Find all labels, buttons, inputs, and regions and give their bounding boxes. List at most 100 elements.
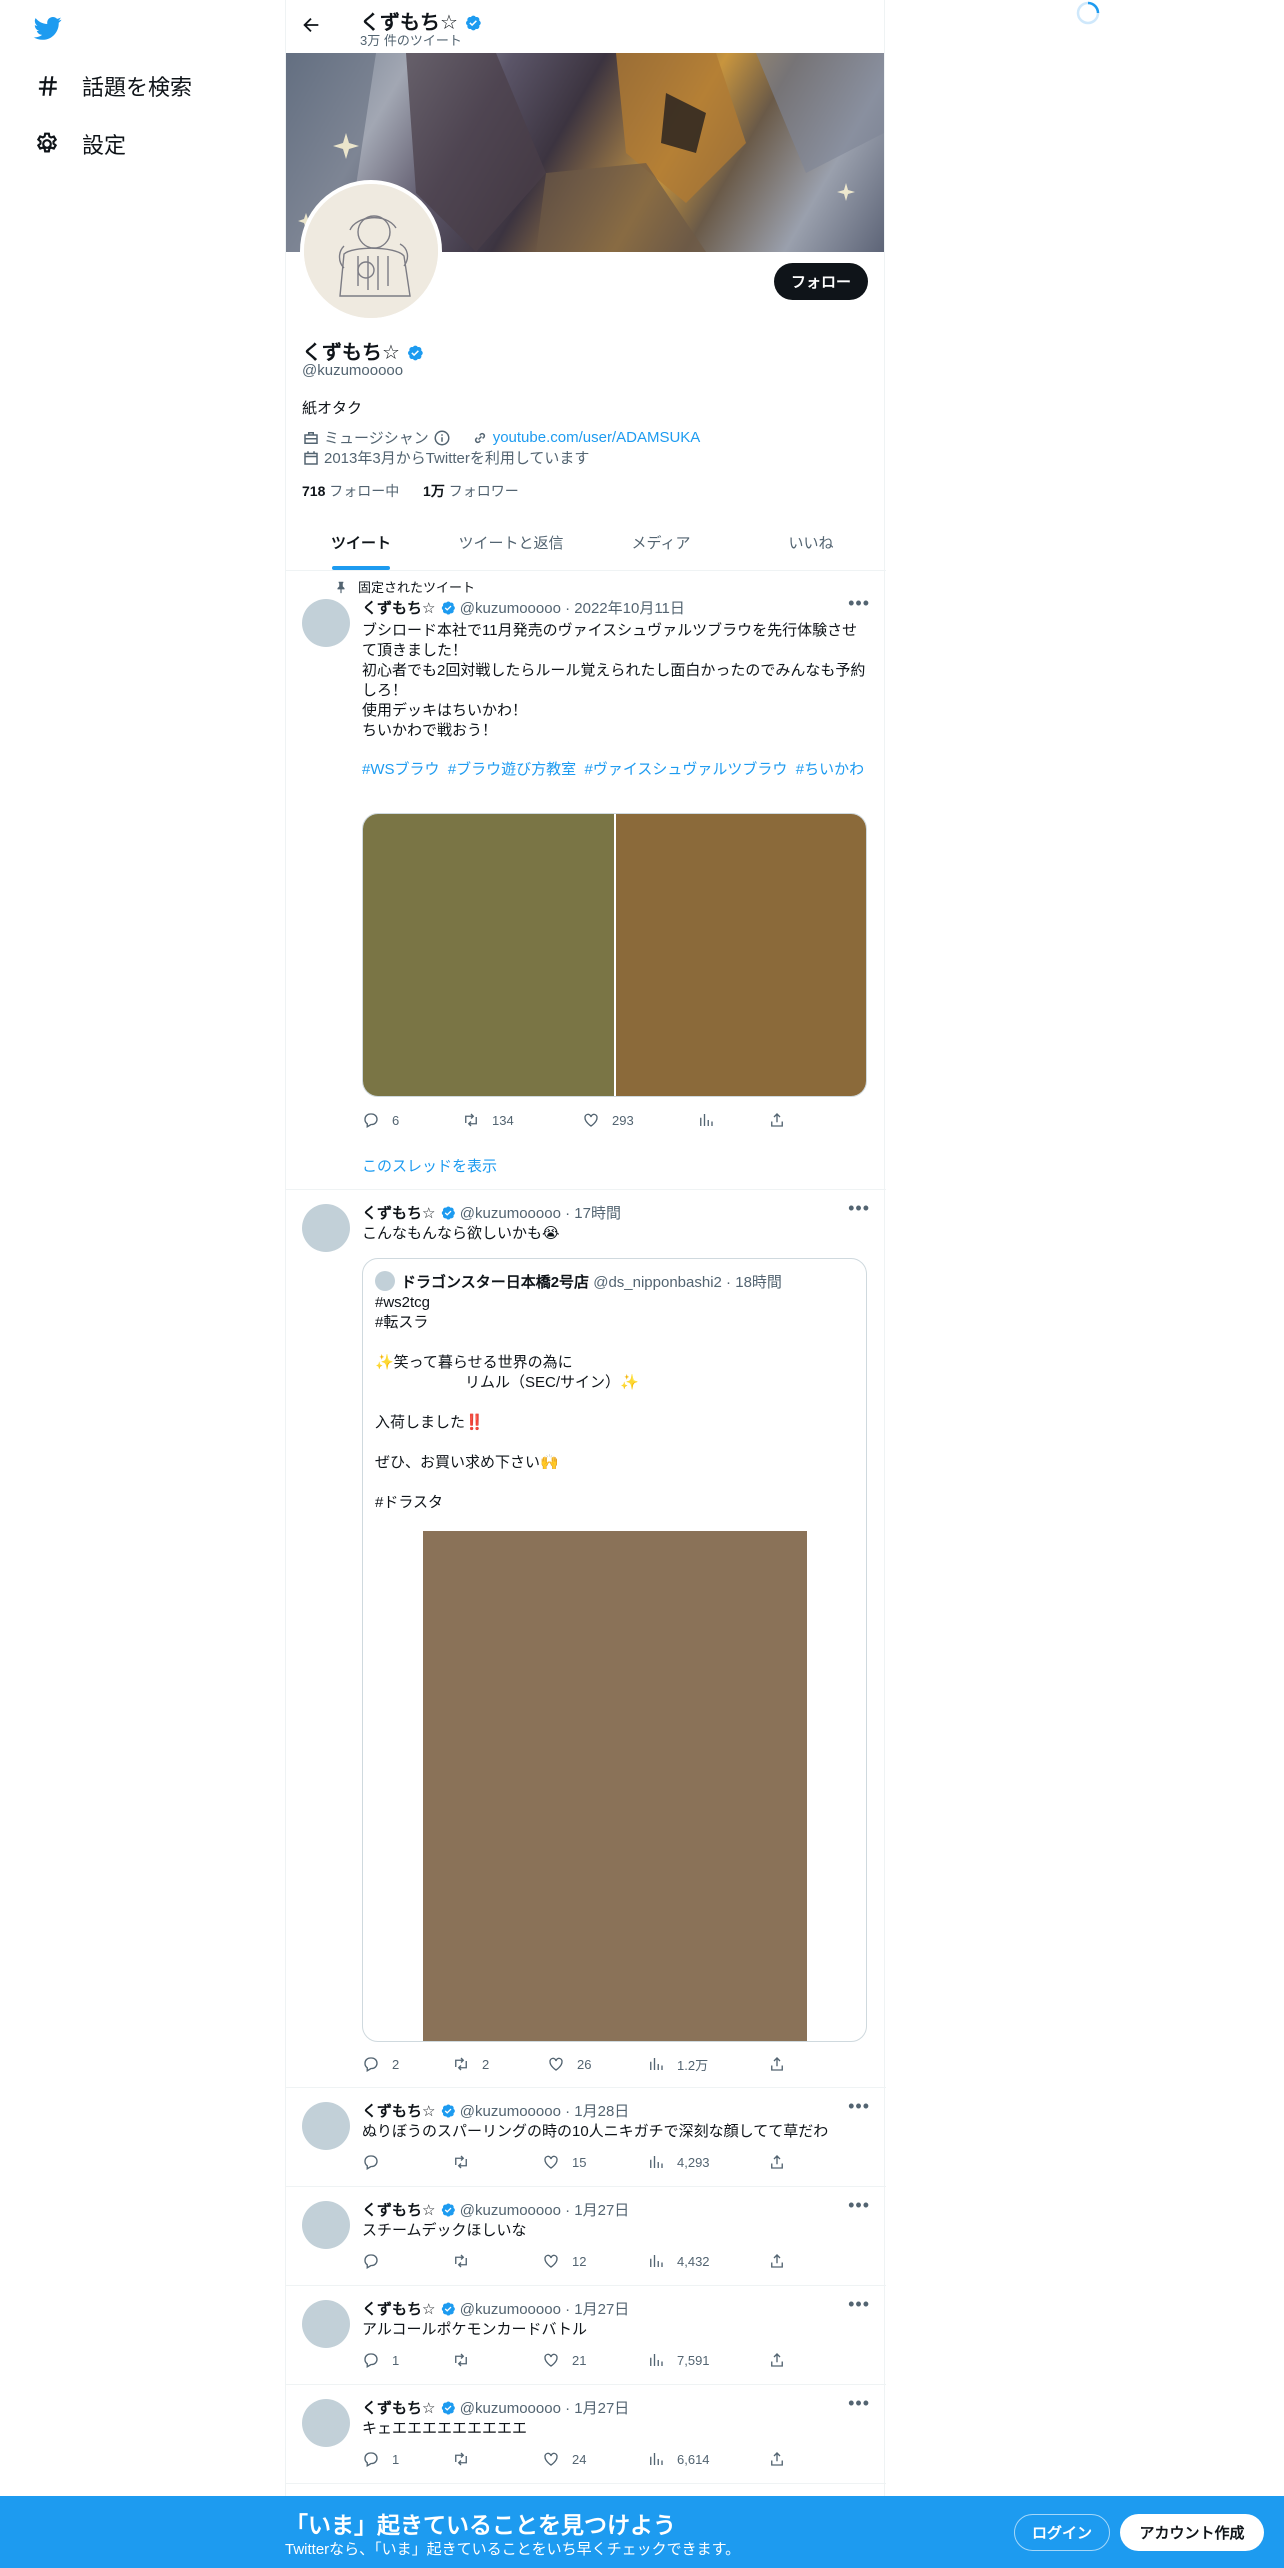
quote-image[interactable] [423,1531,807,2041]
share-button[interactable] [768,1110,786,1130]
tweet-author-name[interactable]: くずもち☆ [362,2103,435,2120]
tweet-time[interactable]: 17時間 [574,1205,621,1222]
reply-button[interactable]: 1 [362,2350,399,2370]
tweet-author-name[interactable]: くずもち☆ [362,2400,435,2417]
like-button[interactable]: 24 [542,2449,586,2469]
views-button[interactable]: 6,614 [647,2449,710,2469]
tweet-actions: 6 134 293 [362,1110,802,1130]
share-button[interactable] [768,2350,786,2370]
tweet-time[interactable]: 1月28日 [574,2103,629,2120]
tab-tweets[interactable]: ツイート [286,514,436,570]
views-button[interactable] [697,1110,715,1130]
share-icon [768,2153,786,2171]
retweet-button[interactable] [452,2449,482,2469]
like-button[interactable]: 12 [542,2251,586,2271]
reply-button[interactable]: 6 [362,1110,399,1130]
more-icon[interactable]: ••• [848,2195,870,2216]
retweet-button[interactable] [452,2152,482,2172]
retweet-count: 134 [492,1112,514,1128]
share-button[interactable] [768,2152,786,2172]
arrow-left-icon [300,14,328,36]
reply-button[interactable]: 1 [362,2449,399,2469]
verified-badge-icon [440,2202,456,2218]
avatar[interactable] [302,1204,350,1252]
tweet-image[interactable] [615,814,866,1096]
like-button[interactable]: 21 [542,2350,586,2370]
tweet-text: アルコールポケモンカードバトル [362,2321,588,2338]
gear-icon [34,131,60,157]
tweet-author-name[interactable]: くずもち☆ [362,2301,435,2318]
tweet-pinned[interactable]: 固定されたツイート くずもち☆ @kuzumooooo · 2022年10月11… [286,571,886,1190]
login-button[interactable]: ログイン [1014,2514,1110,2551]
tab-tweets-replies[interactable]: ツイートと返信 [436,514,586,570]
tweet-author-name[interactable]: くずもち☆ [362,2202,435,2219]
retweet-button[interactable]: 2 [452,2054,489,2074]
tweet-time[interactable]: 2022年10月11日 [574,600,685,617]
quote-text: #ws2tcg #転スラ ✨笑って暮らせる世界の為に リムル（SEC/サイン）✨… [375,1294,639,1511]
avatar[interactable] [302,599,350,647]
tweet-text: スチームデックほしいな [362,2222,527,2239]
tweet-image[interactable] [363,814,614,1096]
reply-button[interactable]: 2 [362,2054,399,2074]
analytics-icon [697,1111,715,1129]
avatar[interactable] [302,2102,350,2150]
info-icon[interactable] [433,429,451,447]
retweet-button[interactable] [452,2350,482,2370]
tab-likes[interactable]: いいね [736,514,886,570]
more-icon[interactable]: ••• [848,2393,870,2414]
share-button[interactable] [768,2449,786,2469]
followers-link[interactable]: 1万 フォロワー [423,483,519,499]
tweet-time[interactable]: 1月27日 [574,2202,629,2219]
reply-button[interactable] [362,2251,392,2271]
tab-media[interactable]: メディア [586,514,736,570]
more-icon[interactable]: ••• [848,2294,870,2315]
twitter-logo-icon[interactable] [32,14,64,42]
like-button[interactable]: 26 [547,2054,591,2074]
tweet-media[interactable] [362,813,867,1097]
profile-bio: 紙オタク [302,400,363,417]
like-button[interactable]: 293 [582,1110,634,1130]
login-button-label: ログイン [1031,2525,1092,2542]
back-button[interactable] [300,14,328,42]
views-button[interactable]: 4,293 [647,2152,710,2172]
tweet-author-name[interactable]: くずもち☆ [362,600,435,617]
avatar[interactable] [302,2201,350,2249]
avatar[interactable] [302,2399,350,2447]
more-icon[interactable]: ••• [848,2096,870,2117]
tweet-hashtags[interactable]: #WSブラウ #ブラウ遊び方教室 #ヴァイスシュヴァルツブラウ #ちいかわ [362,760,870,780]
profile-handle: @kuzumooooo [302,362,404,379]
following-link[interactable]: 718 フォロー中 [302,483,399,499]
profile-avatar[interactable] [300,180,442,322]
nav-settings[interactable]: 設定 [34,124,126,164]
tweet-time[interactable]: 1月27日 [574,2301,629,2318]
tweet-time[interactable]: 1月27日 [574,2400,629,2417]
tweet-3[interactable]: くずもち☆ @kuzumooooo · 1月28日 ••• ぬりぼうのスパーリン… [286,2088,886,2187]
retweet-button[interactable]: 134 [462,1110,514,1130]
avatar[interactable] [302,2300,350,2348]
views-button[interactable]: 7,591 [647,2350,710,2370]
tweet-4[interactable]: くずもち☆ @kuzumooooo · 1月27日 ••• スチームデックほしい… [286,2187,886,2286]
hashtag-icon [34,73,60,99]
quote-header: ドラゴンスター日本橋2号店 @ds_nipponbashi2 · 18時間 [401,1274,782,1291]
retweet-button[interactable] [452,2251,482,2271]
tweet-2[interactable]: くずもち☆ @kuzumooooo · 17時間 ••• こんなもんなら欲しいか… [286,1190,886,2088]
views-button[interactable]: 1.2万 [647,2054,708,2074]
share-button[interactable] [768,2251,786,2271]
more-icon[interactable]: ••• [848,1198,870,1219]
tweet-5[interactable]: くずもち☆ @kuzumooooo · 1月27日 ••• アルコールポケモンカ… [286,2286,886,2385]
share-button[interactable] [768,2054,786,2074]
nav-explore[interactable]: 話題を検索 [34,66,192,106]
quote-tweet[interactable]: ドラゴンスター日本橋2号店 @ds_nipponbashi2 · 18時間 #w… [362,1258,867,2042]
tweet-6[interactable]: くずもち☆ @kuzumooooo · 1月27日 ••• キェエエエエエエエエ… [286,2385,886,2484]
show-thread-link[interactable]: このスレッドを表示 [362,1155,497,1176]
views-button[interactable]: 4,432 [647,2251,710,2271]
signup-button[interactable]: アカウント作成 [1120,2514,1264,2551]
reply-button[interactable] [362,2152,392,2172]
like-button[interactable]: 15 [542,2152,586,2172]
profile-category: ミュージシャン [324,430,429,447]
analytics-icon [647,2153,665,2171]
tweet-author-name[interactable]: くずもち☆ [362,1205,435,1222]
more-icon[interactable]: ••• [848,593,870,614]
follow-button[interactable]: フォロー [774,263,868,300]
profile-link[interactable]: youtube.com/user/ADAMSUKA [493,429,701,446]
